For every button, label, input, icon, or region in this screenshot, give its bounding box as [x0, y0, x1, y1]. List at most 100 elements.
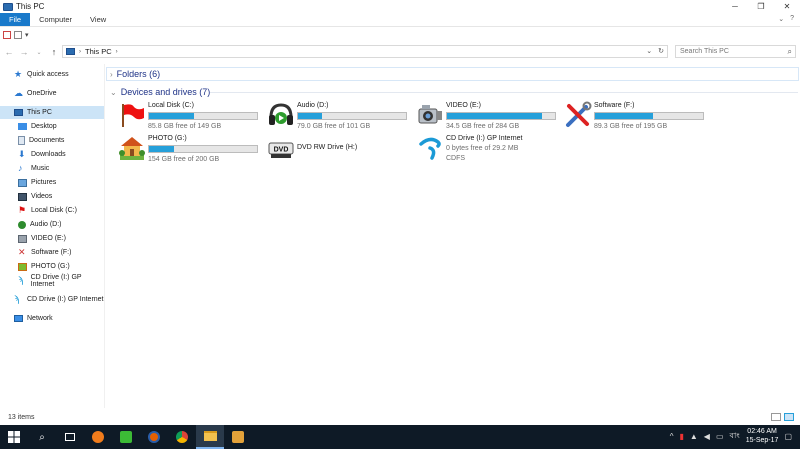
sidebar-item-audio-d[interactable]: Audio (D:) [0, 218, 104, 231]
sidebar-item-label: CD Drive (I:) GP Internet [27, 296, 104, 303]
camera-icon [18, 234, 27, 243]
drive-tile-g[interactable]: PHOTO (G:) 154 GB free of 200 GB [118, 134, 263, 168]
drive-tile-e[interactable]: VIDEO (E:) 34.5 GB free of 284 GB [416, 101, 561, 135]
taskbar-app-media-player[interactable] [224, 425, 252, 449]
expand-ribbon-icon[interactable]: ⌄ [778, 15, 784, 23]
drive-free-space: 79.0 GB free of 101 GB [297, 123, 371, 130]
drive-tile-i[interactable]: CD Drive (I:) GP Internet 0 bytes free o… [416, 134, 561, 168]
task-view-button[interactable] [56, 425, 84, 449]
ribbon-tabs: File Computer View ⌄ ? [0, 13, 800, 27]
item-count: 13 items [8, 414, 35, 421]
taskbar-app-camtasia[interactable] [112, 425, 140, 449]
sidebar-item-downloads[interactable]: ⬇ Downloads [0, 148, 104, 161]
forward-button[interactable]: → [18, 46, 30, 58]
drive-tile-c[interactable]: Local Disk (C:) 85.8 GB free of 149 GB [118, 101, 263, 135]
chevron-down-icon[interactable]: ⌄ [110, 88, 117, 97]
devices-group-header[interactable]: ⌄ Devices and drives (7) [110, 87, 210, 97]
drive-tile-h[interactable]: DVD DVD RW Drive (H:) [267, 134, 412, 168]
taskbar-app-game[interactable] [84, 425, 112, 449]
back-button[interactable]: ← [3, 46, 15, 58]
drive-tile-d[interactable]: Audio (D:) 79.0 GB free of 101 GB [267, 101, 412, 135]
address-bar[interactable]: › This PC › ⌄ ↻ [62, 45, 668, 58]
network-tray-icon[interactable]: ▲ [690, 432, 698, 441]
cloud-icon: ☁ [14, 88, 23, 98]
search-icon[interactable]: ⌕ [788, 47, 792, 57]
search-input[interactable]: Search This PC ⌕ [675, 45, 796, 58]
new-folder-icon[interactable] [14, 30, 22, 39]
sidebar-item-cd-drive-i[interactable]: ϡ CD Drive (I:) GP Internet [0, 274, 104, 288]
breadcrumb-this-pc[interactable]: This PC [85, 47, 112, 56]
keyboard-icon[interactable]: ▭ [716, 432, 724, 441]
sidebar-item-network[interactable]: Network [0, 312, 104, 325]
drive-tile-f[interactable]: Software (F:) 89.3 GB free of 195 GB [564, 101, 709, 135]
firefox-icon [148, 431, 160, 443]
up-button[interactable]: ↑ [48, 46, 60, 58]
folders-group-header[interactable]: › Folders (6) [110, 69, 160, 79]
folder-icon [203, 431, 217, 441]
dvd-icon: DVD [268, 142, 294, 158]
drive-usage-bar [297, 112, 407, 120]
minimize-button[interactable]: ─ [722, 0, 748, 13]
sidebar-item-music[interactable]: ♪ Music [0, 162, 104, 175]
svg-text:DVD: DVD [274, 147, 289, 154]
close-button[interactable]: ✕ [774, 0, 800, 13]
tab-view[interactable]: View [81, 13, 115, 26]
show-hidden-icons-icon[interactable]: ^ [670, 432, 674, 441]
pane-splitter[interactable] [104, 64, 105, 408]
computer-icon [3, 2, 13, 11]
house-icon [119, 137, 145, 160]
sidebar-item-onedrive[interactable]: ☁ OneDrive [0, 87, 104, 100]
flag-icon: ⚑ [18, 205, 27, 215]
sidebar-item-this-pc[interactable]: This PC [0, 106, 104, 119]
start-button[interactable] [0, 425, 28, 449]
drive-free-space: 34.5 GB free of 284 GB [446, 123, 520, 130]
notifications-icon[interactable]: ▢ [784, 432, 792, 441]
sidebar-item-documents[interactable]: Documents [0, 134, 104, 147]
help-icon[interactable]: ? [790, 15, 794, 23]
breadcrumb-caret-icon[interactable]: › [79, 49, 81, 55]
sidebar-item-local-disk-c[interactable]: ⚑ Local Disk (C:) [0, 204, 104, 217]
sidebar-item-video-e[interactable]: VIDEO (E:) [0, 232, 104, 245]
sidebar-item-label: Documents [29, 137, 65, 144]
customize-toolbar-icon[interactable]: ▾ [25, 31, 29, 39]
tiles-view-icon[interactable] [784, 413, 794, 421]
sidebar-item-photo-g[interactable]: PHOTO (G:) [0, 260, 104, 273]
view-toggle [771, 413, 794, 421]
maximize-button[interactable]: ❐ [748, 0, 774, 13]
recent-locations-button[interactable]: ⌄ [33, 46, 45, 58]
sidebar-item-cd-drive-i-root[interactable]: ϡ CD Drive (I:) GP Internet [0, 293, 104, 306]
drive-name: CD Drive (I:) GP Internet [446, 135, 523, 142]
search-taskbar-button[interactable]: ⌕ [28, 425, 56, 449]
address-dropdown-icon[interactable]: ⌄ [646, 47, 652, 55]
tab-file[interactable]: File [0, 13, 31, 26]
sidebar-item-label: Downloads [31, 151, 66, 158]
sidebar-item-software-f[interactable]: ✕ Software (F:) [0, 246, 104, 259]
details-view-icon[interactable] [771, 413, 781, 421]
task-view-icon [65, 433, 75, 441]
sidebar-item-videos[interactable]: Videos [0, 190, 104, 203]
input-language[interactable]: বাং [730, 430, 740, 443]
taskbar-app-chrome[interactable] [168, 425, 196, 449]
address-controls: ⌄ ↻ [646, 47, 664, 55]
sidebar-item-pictures[interactable]: Pictures [0, 176, 104, 189]
properties-icon[interactable] [3, 30, 11, 39]
clock[interactable]: 02:46 AM 15-Sep-17 [746, 427, 779, 445]
taskbar-app-firefox[interactable] [140, 425, 168, 449]
gp-icon [419, 137, 441, 160]
battery-icon[interactable]: ▮ [679, 432, 683, 441]
chevron-right-icon[interactable]: › [110, 70, 113, 79]
drive-usage-fill [149, 146, 174, 152]
tools-icon [566, 101, 592, 127]
refresh-icon[interactable]: ↻ [658, 47, 664, 55]
game-app-icon [92, 431, 104, 443]
sidebar-item-desktop[interactable]: Desktop [0, 120, 104, 133]
breadcrumb-caret-icon[interactable]: › [116, 49, 118, 55]
volume-icon[interactable]: ◀ [704, 432, 710, 441]
star-icon: ★ [14, 69, 23, 79]
pictures-icon [18, 178, 27, 187]
taskbar-app-file-explorer[interactable] [196, 425, 224, 449]
sidebar-item-quick-access[interactable]: ★ Quick access [0, 68, 104, 81]
tab-computer[interactable]: Computer [30, 13, 81, 26]
sidebar-item-label: Quick access [27, 71, 69, 78]
sidebar-item-label: Pictures [31, 179, 57, 186]
